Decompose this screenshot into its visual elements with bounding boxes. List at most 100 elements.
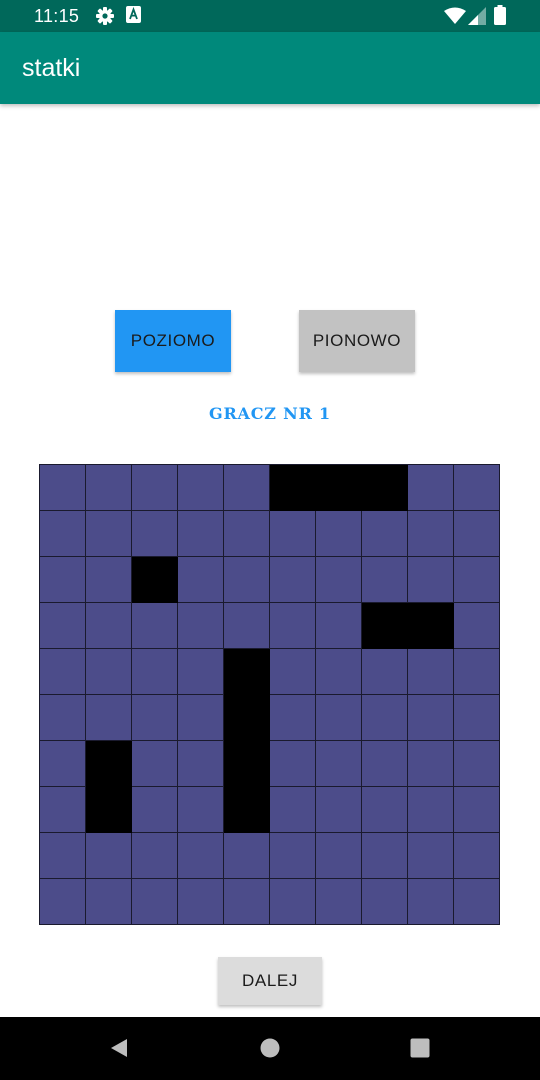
board-cell[interactable] [132, 511, 178, 557]
ship-cell[interactable] [224, 649, 270, 695]
board-cell[interactable] [178, 741, 224, 787]
board-cell[interactable] [132, 465, 178, 511]
ship-cell[interactable] [224, 787, 270, 833]
board-cell[interactable] [224, 511, 270, 557]
board-cell[interactable] [86, 695, 132, 741]
board-cell[interactable] [132, 649, 178, 695]
board-cell[interactable] [178, 787, 224, 833]
board-cell[interactable] [132, 603, 178, 649]
board-cell[interactable] [270, 741, 316, 787]
board-cell[interactable] [316, 879, 362, 925]
board-cell[interactable] [454, 741, 500, 787]
board-cell[interactable] [132, 833, 178, 879]
board-cell[interactable] [408, 649, 454, 695]
board-cell[interactable] [316, 741, 362, 787]
board-cell[interactable] [362, 787, 408, 833]
board-cell[interactable] [224, 879, 270, 925]
board-cell[interactable] [270, 695, 316, 741]
board-cell[interactable] [270, 787, 316, 833]
board-cell[interactable] [40, 465, 86, 511]
board-cell[interactable] [224, 603, 270, 649]
board-cell[interactable] [178, 695, 224, 741]
board-cell[interactable] [408, 833, 454, 879]
board-cell[interactable] [454, 603, 500, 649]
board-cell[interactable] [408, 741, 454, 787]
board-cell[interactable] [132, 787, 178, 833]
board-cell[interactable] [454, 465, 500, 511]
horizontal-orientation-button[interactable]: POZIOMO [115, 310, 231, 372]
board-cell[interactable] [316, 511, 362, 557]
ship-cell[interactable] [316, 465, 362, 511]
board-cell[interactable] [178, 603, 224, 649]
board-cell[interactable] [132, 695, 178, 741]
board-cell[interactable] [270, 833, 316, 879]
ship-cell[interactable] [408, 603, 454, 649]
board-cell[interactable] [178, 879, 224, 925]
board-cell[interactable] [408, 557, 454, 603]
board-cell[interactable] [408, 787, 454, 833]
board-cell[interactable] [178, 833, 224, 879]
board-cell[interactable] [316, 557, 362, 603]
board-cell[interactable] [40, 695, 86, 741]
board-cell[interactable] [316, 603, 362, 649]
board-cell[interactable] [270, 603, 316, 649]
board-cell[interactable] [86, 649, 132, 695]
board-cell[interactable] [408, 695, 454, 741]
board-cell[interactable] [270, 511, 316, 557]
board-cell[interactable] [224, 557, 270, 603]
board-cell[interactable] [178, 557, 224, 603]
vertical-orientation-button[interactable]: PIONOWO [299, 310, 415, 372]
board-cell[interactable] [224, 833, 270, 879]
board-cell[interactable] [316, 787, 362, 833]
board-cell[interactable] [40, 649, 86, 695]
board-cell[interactable] [362, 511, 408, 557]
ship-cell[interactable] [362, 465, 408, 511]
board-cell[interactable] [86, 465, 132, 511]
board-cell[interactable] [40, 833, 86, 879]
back-icon[interactable] [108, 1037, 130, 1064]
board-cell[interactable] [362, 695, 408, 741]
board-cell[interactable] [454, 649, 500, 695]
ship-cell[interactable] [224, 695, 270, 741]
ship-cell[interactable] [270, 465, 316, 511]
board-cell[interactable] [316, 695, 362, 741]
board-cell[interactable] [270, 649, 316, 695]
board-cell[interactable] [316, 833, 362, 879]
board-cell[interactable] [40, 787, 86, 833]
home-icon[interactable] [259, 1037, 281, 1064]
board-cell[interactable] [408, 879, 454, 925]
board-cell[interactable] [86, 879, 132, 925]
board-cell[interactable] [270, 557, 316, 603]
ship-cell[interactable] [224, 741, 270, 787]
next-button[interactable]: DALEJ [218, 957, 322, 1005]
board-cell[interactable] [86, 557, 132, 603]
board-cell[interactable] [362, 741, 408, 787]
board-cell[interactable] [40, 879, 86, 925]
ship-cell[interactable] [86, 787, 132, 833]
ship-cell[interactable] [86, 741, 132, 787]
board-cell[interactable] [454, 557, 500, 603]
board-cell[interactable] [86, 603, 132, 649]
board-cell[interactable] [454, 787, 500, 833]
board-cell[interactable] [362, 879, 408, 925]
board-cell[interactable] [224, 465, 270, 511]
board-cell[interactable] [40, 557, 86, 603]
board-cell[interactable] [454, 511, 500, 557]
board-cell[interactable] [40, 511, 86, 557]
board-cell[interactable] [86, 833, 132, 879]
board-cell[interactable] [362, 557, 408, 603]
ship-cell[interactable] [362, 603, 408, 649]
board-cell[interactable] [408, 511, 454, 557]
board-cell[interactable] [178, 649, 224, 695]
board-cell[interactable] [178, 465, 224, 511]
board-cell[interactable] [362, 833, 408, 879]
board-cell[interactable] [408, 465, 454, 511]
board-cell[interactable] [362, 649, 408, 695]
board-cell[interactable] [132, 879, 178, 925]
board-cell[interactable] [178, 511, 224, 557]
board-cell[interactable] [454, 833, 500, 879]
board-cell[interactable] [270, 879, 316, 925]
board-cell[interactable] [86, 511, 132, 557]
ship-placement-board[interactable] [39, 464, 500, 925]
board-cell[interactable] [454, 695, 500, 741]
